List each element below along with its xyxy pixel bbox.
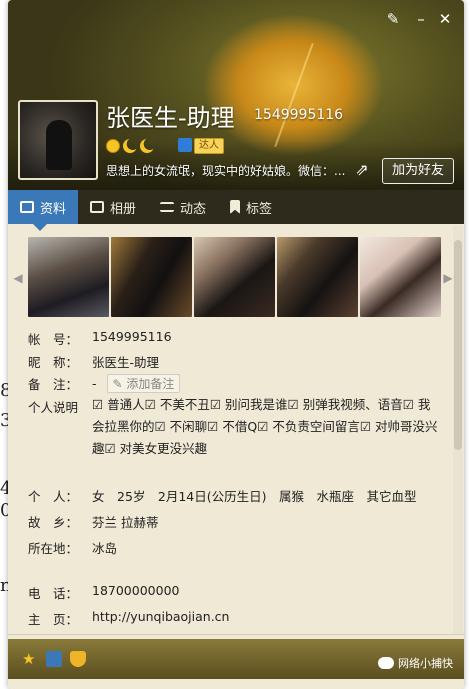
photo-strip <box>28 237 442 317</box>
moon-level-icon <box>123 139 137 153</box>
profile-name: 张医生-助理 <box>106 104 235 132</box>
photo-album-icon <box>90 201 105 213</box>
bookmark-icon <box>230 200 241 214</box>
wechat-icon <box>378 657 394 669</box>
tab-label: 相册 <box>110 201 137 217</box>
row-label: 个 人： <box>28 489 79 504</box>
row-label: 主 页： <box>28 612 79 627</box>
leaf-decoration <box>274 42 314 148</box>
row-nickname: 昵 称： 张医生-助理 <box>28 352 159 371</box>
add-remark-label: 添加备注 <box>126 377 175 391</box>
hometown-value: 芬兰 拉赫蒂 <box>92 515 159 530</box>
profile-uid: 1549995116 <box>254 107 344 123</box>
row-label: 电 话： <box>28 586 79 601</box>
row-label: 昵 称： <box>28 355 79 370</box>
intro-value: ☑ 普通人☑ 不美不丑☑ 别问我是谁☑ 别弹我视频、语音☑ 我会拉黑你的☑ 不闲… <box>92 397 438 456</box>
skin-brush-icon[interactable]: ✎ <box>384 10 402 28</box>
tab-feed[interactable]: 动态 <box>148 190 218 224</box>
row-label: 备 注： <box>28 377 79 392</box>
level-icons[interactable] <box>106 138 154 154</box>
personal-value: 女 25岁 2月14日(公历生日) 属猴 水瓶座 其它血型 <box>92 489 417 504</box>
scroll-right-icon[interactable]: ▶ <box>443 268 453 288</box>
tab-tags[interactable]: 标签 <box>218 190 284 224</box>
vip-icon[interactable] <box>178 138 192 152</box>
photo-wall-icon[interactable] <box>46 651 62 667</box>
signature: 思想上的女流氓，现实中的好姑娘。微信：... <box>106 164 346 178</box>
homepage-link[interactable]: http://yunqibaojian.cn <box>92 609 229 624</box>
location-value: 冰岛 <box>92 541 118 556</box>
row-label: 所在地： <box>28 541 79 556</box>
row-label: 帐 号： <box>28 332 79 347</box>
row-label: 故 乡： <box>28 515 79 530</box>
tab-profile[interactable]: 资料 <box>8 190 79 224</box>
profile-card-icon <box>20 201 34 213</box>
tab-label: 动态 <box>180 201 207 217</box>
photo-thumbnail[interactable] <box>28 237 109 317</box>
remark-edit-icon: ✎ <box>112 377 123 391</box>
wechat-label: 网络小捕快 <box>398 657 453 670</box>
close-icon[interactable]: ✕ <box>436 10 454 28</box>
remark-value-wrap: - ✎ 添加备注 <box>92 374 181 393</box>
tab-bar: 资料 相册 动态 标签 <box>8 190 464 224</box>
avatar[interactable] <box>18 100 98 180</box>
row-hometown: 故 乡： 芬兰 拉赫蒂 <box>28 512 158 531</box>
row-account: 帐 号： 1549995116 <box>28 329 172 348</box>
expert-badge[interactable]: 达人 <box>194 138 224 154</box>
sun-level-icon <box>106 139 120 153</box>
add-friend-button[interactable]: 加为好友 <box>382 158 454 184</box>
row-homepage: 主 页： http://yunqibaojian.cn <box>28 609 229 628</box>
vertical-scrollbar[interactable] <box>453 226 463 634</box>
row-remark: 备 注： - ✎ 添加备注 <box>28 374 181 393</box>
active-tab-caret <box>33 224 47 231</box>
share-icon[interactable]: ⇗ <box>351 160 373 180</box>
row-personal: 个 人： 女 25岁 2月14日(公历生日) 属猴 水瓶座 其它血型 <box>28 486 417 505</box>
row-location: 所在地： 冰岛 <box>28 538 117 557</box>
tab-album[interactable]: 相册 <box>78 190 148 224</box>
row-label: 个人说明 <box>28 400 79 415</box>
minimize-icon[interactable]: – <box>412 10 430 28</box>
wechat-watermark: 网络小捕快 <box>378 655 453 671</box>
photo-thumbnail[interactable] <box>277 237 358 317</box>
photo-thumbnail[interactable] <box>194 237 275 317</box>
remark-value: - <box>92 376 97 391</box>
feed-list-icon <box>160 202 175 212</box>
add-remark-button[interactable]: ✎ 添加备注 <box>106 374 181 393</box>
row-intro: 个人说明 <box>28 397 92 416</box>
tab-label: 标签 <box>246 201 273 217</box>
photo-thumbnail[interactable] <box>111 237 192 317</box>
scrollbar-thumb[interactable] <box>454 240 462 450</box>
moon-level-icon <box>140 139 154 153</box>
tab-label: 资料 <box>40 201 67 217</box>
account-value: 1549995116 <box>92 329 172 344</box>
nickname-value: 张医生-助理 <box>92 355 160 370</box>
qzone-icon[interactable] <box>70 651 86 667</box>
star-icon[interactable]: ★ <box>22 651 38 667</box>
profile-window: ✎ – ✕ 张医生-助理 1549995116 达人 思想上的女流氓，现实中的好… <box>8 0 464 689</box>
photo-thumbnail[interactable] <box>360 237 441 317</box>
scroll-left-icon[interactable]: ◀ <box>13 268 23 288</box>
avatar-figure <box>46 120 72 170</box>
phone-value: 18700000000 <box>92 583 180 598</box>
row-phone: 电 话： 18700000000 <box>28 583 179 602</box>
